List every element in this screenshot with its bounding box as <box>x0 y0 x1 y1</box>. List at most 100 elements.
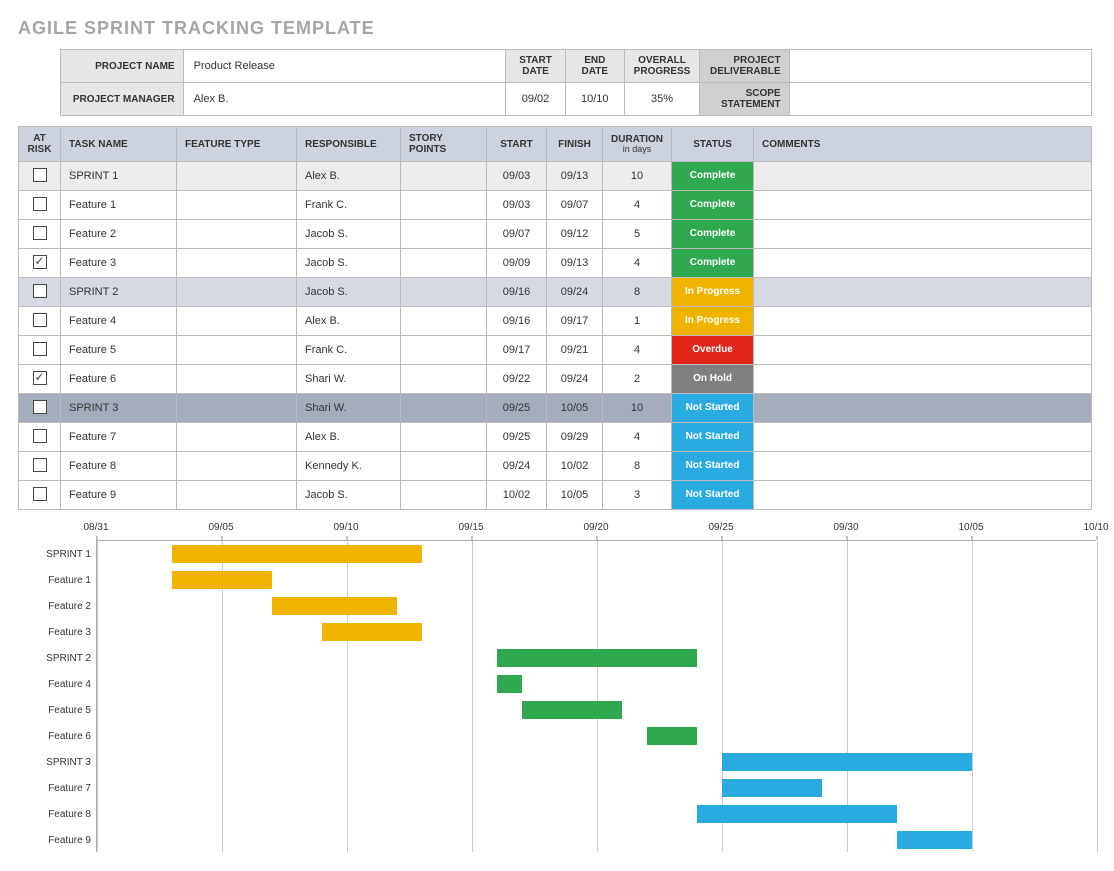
value-end-date[interactable]: 10/10 <box>565 83 624 116</box>
cell-duration[interactable]: 2 <box>603 365 672 394</box>
cell-finish[interactable]: 09/24 <box>547 278 603 307</box>
cell-story-points[interactable] <box>401 452 487 481</box>
cell-responsible[interactable]: Alex B. <box>297 307 401 336</box>
cell-start[interactable]: 09/16 <box>487 307 547 336</box>
cell-duration[interactable]: 10 <box>603 394 672 423</box>
cell-task[interactable]: Feature 6 <box>61 365 177 394</box>
cell-start[interactable]: 09/24 <box>487 452 547 481</box>
at-risk-checkbox[interactable] <box>33 342 47 356</box>
cell-status[interactable]: On Hold <box>672 365 754 394</box>
cell-comments[interactable] <box>754 481 1092 510</box>
cell-feature-type[interactable] <box>177 278 297 307</box>
at-risk-checkbox[interactable] <box>33 487 47 501</box>
value-start-date[interactable]: 09/02 <box>506 83 565 116</box>
cell-status[interactable]: Complete <box>672 220 754 249</box>
at-risk-checkbox[interactable] <box>33 226 47 240</box>
cell-comments[interactable] <box>754 191 1092 220</box>
cell-comments[interactable] <box>754 249 1092 278</box>
cell-comments[interactable] <box>754 307 1092 336</box>
cell-responsible[interactable]: Frank C. <box>297 336 401 365</box>
cell-task[interactable]: Feature 1 <box>61 191 177 220</box>
value-scope-statement[interactable] <box>789 83 1091 116</box>
cell-feature-type[interactable] <box>177 162 297 191</box>
cell-story-points[interactable] <box>401 249 487 278</box>
cell-task[interactable]: SPRINT 1 <box>61 162 177 191</box>
cell-start[interactable]: 09/03 <box>487 191 547 220</box>
cell-finish[interactable]: 09/13 <box>547 162 603 191</box>
cell-finish[interactable]: 09/13 <box>547 249 603 278</box>
cell-start[interactable]: 10/02 <box>487 481 547 510</box>
cell-story-points[interactable] <box>401 481 487 510</box>
cell-task[interactable]: SPRINT 3 <box>61 394 177 423</box>
cell-status[interactable]: Complete <box>672 162 754 191</box>
cell-feature-type[interactable] <box>177 249 297 278</box>
cell-finish[interactable]: 09/29 <box>547 423 603 452</box>
at-risk-checkbox[interactable] <box>33 458 47 472</box>
cell-responsible[interactable]: Jacob S. <box>297 220 401 249</box>
cell-responsible[interactable]: Jacob S. <box>297 249 401 278</box>
cell-feature-type[interactable] <box>177 394 297 423</box>
cell-story-points[interactable] <box>401 162 487 191</box>
cell-duration[interactable]: 3 <box>603 481 672 510</box>
cell-finish[interactable]: 09/12 <box>547 220 603 249</box>
cell-story-points[interactable] <box>401 365 487 394</box>
cell-comments[interactable] <box>754 365 1092 394</box>
cell-feature-type[interactable] <box>177 191 297 220</box>
cell-status[interactable]: In Progress <box>672 307 754 336</box>
cell-status[interactable]: Overdue <box>672 336 754 365</box>
cell-responsible[interactable]: Alex B. <box>297 162 401 191</box>
cell-start[interactable]: 09/09 <box>487 249 547 278</box>
cell-start[interactable]: 09/03 <box>487 162 547 191</box>
cell-comments[interactable] <box>754 394 1092 423</box>
cell-status[interactable]: In Progress <box>672 278 754 307</box>
cell-status[interactable]: Not Started <box>672 481 754 510</box>
cell-comments[interactable] <box>754 278 1092 307</box>
cell-duration[interactable]: 10 <box>603 162 672 191</box>
cell-finish[interactable]: 09/21 <box>547 336 603 365</box>
cell-comments[interactable] <box>754 336 1092 365</box>
cell-duration[interactable]: 4 <box>603 336 672 365</box>
cell-duration[interactable]: 1 <box>603 307 672 336</box>
cell-duration[interactable]: 8 <box>603 452 672 481</box>
cell-start[interactable]: 09/25 <box>487 423 547 452</box>
cell-status[interactable]: Not Started <box>672 394 754 423</box>
cell-responsible[interactable]: Kennedy K. <box>297 452 401 481</box>
value-project-name[interactable]: Product Release <box>183 50 506 83</box>
at-risk-checkbox[interactable] <box>33 284 47 298</box>
cell-finish[interactable]: 10/02 <box>547 452 603 481</box>
cell-comments[interactable] <box>754 162 1092 191</box>
cell-finish[interactable]: 10/05 <box>547 481 603 510</box>
cell-finish[interactable]: 09/24 <box>547 365 603 394</box>
cell-finish[interactable]: 09/17 <box>547 307 603 336</box>
cell-finish[interactable]: 10/05 <box>547 394 603 423</box>
cell-feature-type[interactable] <box>177 423 297 452</box>
cell-story-points[interactable] <box>401 278 487 307</box>
value-project-deliverable[interactable] <box>789 50 1091 83</box>
cell-duration[interactable]: 4 <box>603 423 672 452</box>
at-risk-checkbox[interactable] <box>33 168 47 182</box>
cell-story-points[interactable] <box>401 220 487 249</box>
cell-duration[interactable]: 4 <box>603 249 672 278</box>
cell-start[interactable]: 09/16 <box>487 278 547 307</box>
cell-task[interactable]: Feature 9 <box>61 481 177 510</box>
cell-comments[interactable] <box>754 423 1092 452</box>
cell-status[interactable]: Not Started <box>672 452 754 481</box>
cell-task[interactable]: Feature 7 <box>61 423 177 452</box>
cell-duration[interactable]: 8 <box>603 278 672 307</box>
cell-task[interactable]: Feature 2 <box>61 220 177 249</box>
cell-story-points[interactable] <box>401 191 487 220</box>
cell-start[interactable]: 09/22 <box>487 365 547 394</box>
cell-comments[interactable] <box>754 452 1092 481</box>
cell-feature-type[interactable] <box>177 336 297 365</box>
at-risk-checkbox[interactable] <box>33 313 47 327</box>
at-risk-checkbox[interactable] <box>33 429 47 443</box>
at-risk-checkbox[interactable] <box>33 371 47 385</box>
cell-task[interactable]: SPRINT 2 <box>61 278 177 307</box>
cell-status[interactable]: Not Started <box>672 423 754 452</box>
cell-feature-type[interactable] <box>177 307 297 336</box>
cell-task[interactable]: Feature 4 <box>61 307 177 336</box>
value-overall-progress[interactable]: 35% <box>624 83 699 116</box>
cell-feature-type[interactable] <box>177 452 297 481</box>
cell-responsible[interactable]: Frank C. <box>297 191 401 220</box>
cell-finish[interactable]: 09/07 <box>547 191 603 220</box>
